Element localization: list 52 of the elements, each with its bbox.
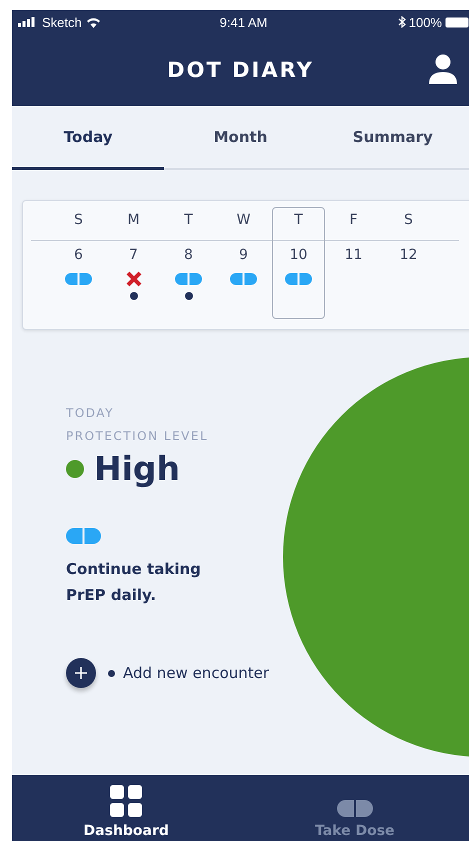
battery-icon bbox=[444, 16, 469, 28]
plus-icon bbox=[75, 667, 87, 679]
weekday-label: T bbox=[294, 211, 303, 230]
pill-icon bbox=[175, 273, 202, 285]
pill-icon bbox=[65, 273, 92, 285]
status-time: 9:41 AM bbox=[220, 14, 268, 30]
cross-icon bbox=[126, 271, 142, 287]
calendar-day[interactable]: T 10 bbox=[272, 207, 325, 319]
tab[interactable]: Summary bbox=[316, 106, 469, 170]
profile-icon[interactable] bbox=[429, 54, 457, 84]
protection-label: PROTECTION LEVEL bbox=[66, 429, 208, 443]
nav-item[interactable]: Take Dose bbox=[240, 775, 469, 841]
bullet-dot bbox=[108, 670, 115, 676]
battery-percent: 100% bbox=[408, 14, 442, 30]
add-encounter-link[interactable]: Add new encounter bbox=[123, 664, 270, 682]
calendar-day[interactable]: W 9 bbox=[217, 207, 270, 319]
pill-icon bbox=[66, 528, 101, 544]
day-date: 6 bbox=[74, 247, 83, 263]
calendar-day[interactable]: S 6 bbox=[52, 207, 105, 319]
encounter-dot bbox=[130, 292, 138, 300]
advice-text: Continue taking PrEP daily. bbox=[66, 559, 202, 606]
carrier-name: Sketch bbox=[42, 14, 82, 30]
weekday-label: M bbox=[127, 211, 140, 230]
weekday-label: W bbox=[236, 211, 250, 230]
pill-icon bbox=[285, 273, 312, 285]
day-date: 12 bbox=[400, 247, 418, 263]
day-date: 11 bbox=[344, 247, 362, 263]
grid-icon bbox=[110, 785, 142, 817]
encounter-dot bbox=[184, 292, 192, 300]
bluetooth-icon bbox=[398, 16, 406, 28]
section-eyebrow: TODAY bbox=[66, 406, 114, 420]
app-title: DOT DIARY bbox=[167, 58, 314, 82]
calendar-day[interactable]: S 12 bbox=[382, 207, 435, 319]
add-button[interactable] bbox=[66, 658, 96, 688]
day-date: 10 bbox=[290, 247, 308, 263]
weekday-label: S bbox=[404, 211, 413, 230]
tab[interactable]: Today bbox=[12, 106, 164, 170]
weekday-label: F bbox=[349, 211, 358, 230]
nav-item[interactable]: Dashboard bbox=[12, 775, 240, 841]
day-date: 8 bbox=[184, 247, 193, 263]
wifi-icon bbox=[86, 16, 101, 28]
calendar-day[interactable]: F 11 bbox=[327, 207, 380, 319]
day-date: 7 bbox=[129, 247, 138, 263]
tab[interactable]: Month bbox=[164, 106, 317, 170]
weekday-label: T bbox=[184, 211, 193, 230]
protection-level: High bbox=[94, 449, 180, 488]
calendar-day[interactable]: T 8 bbox=[162, 207, 215, 319]
day-date: 9 bbox=[239, 247, 248, 263]
pill-icon bbox=[230, 273, 257, 285]
weekday-label: S bbox=[74, 211, 83, 230]
pill-icon bbox=[336, 800, 373, 817]
calendar-day[interactable]: M 7 bbox=[107, 207, 160, 319]
